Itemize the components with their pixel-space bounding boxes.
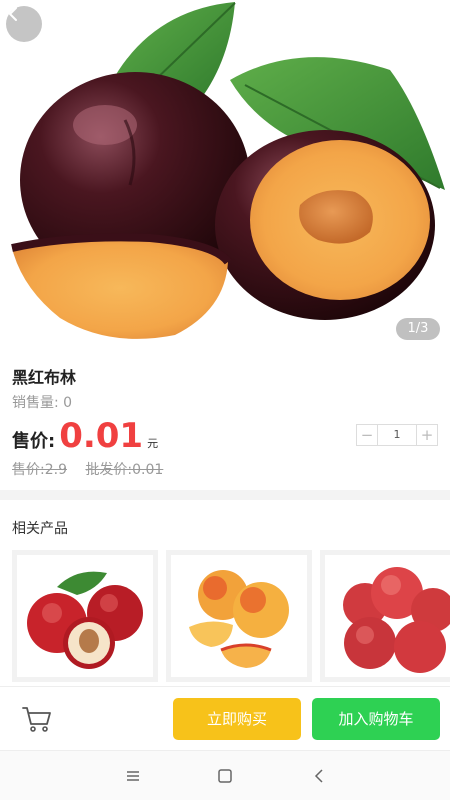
system-navigation-bar (0, 750, 450, 800)
sales-value: 0 (63, 395, 73, 411)
sales-count: 销售量: 0 (12, 395, 73, 411)
bottom-action-bar: 立即购买 加入购物车 (0, 686, 450, 750)
back-icon[interactable] (310, 766, 330, 786)
related-product-card[interactable] (320, 550, 450, 682)
product-image-carousel[interactable]: 1/3 (0, 0, 450, 350)
related-product-card[interactable] (12, 550, 158, 682)
red-peach-image (343, 567, 450, 673)
price-row: 售价: 0.01 元 (12, 416, 158, 456)
nectarine-image (27, 571, 143, 669)
add-to-cart-button[interactable]: 加入购物车 (312, 698, 440, 740)
related-product-card[interactable] (166, 550, 312, 682)
back-button[interactable] (6, 6, 42, 42)
plum-image (11, 2, 445, 339)
buy-now-button[interactable]: 立即购买 (173, 698, 301, 740)
price-unit: 元 (147, 437, 159, 450)
quantity-minus-button[interactable]: − (357, 425, 377, 445)
shopping-cart-icon[interactable] (22, 705, 52, 733)
related-products: 相关产品 (0, 500, 450, 685)
quantity-plus-button[interactable]: + (417, 425, 437, 445)
price-value: 0.01 (59, 416, 144, 456)
sales-label: 销售量 (12, 395, 54, 411)
original-price: 售价:2.9 (12, 462, 67, 478)
product-detail-page: 1/3 黑红布林 销售量: 0 售价: 0.01 元 售价:2.9 批发价:0.… (0, 0, 450, 800)
quantity-stepper: − 1 + (356, 424, 438, 446)
peach-image (189, 570, 289, 668)
related-title: 相关产品 (12, 521, 68, 537)
home-icon[interactable] (215, 766, 235, 786)
menu-icon[interactable] (123, 766, 143, 786)
section-divider (0, 490, 450, 500)
image-counter: 1/3 (396, 318, 440, 340)
price-label: 售价: (12, 431, 56, 452)
chevron-left-icon (9, 7, 17, 21)
product-title: 黑红布林 (12, 368, 77, 387)
old-prices: 售价:2.9 批发价:0.01 (12, 459, 177, 479)
quantity-value[interactable]: 1 (377, 425, 417, 445)
wholesale-price: 批发价:0.01 (85, 462, 164, 478)
product-info: 黑红布林 销售量: 0 售价: 0.01 元 售价:2.9 批发价:0.01 −… (0, 350, 450, 490)
